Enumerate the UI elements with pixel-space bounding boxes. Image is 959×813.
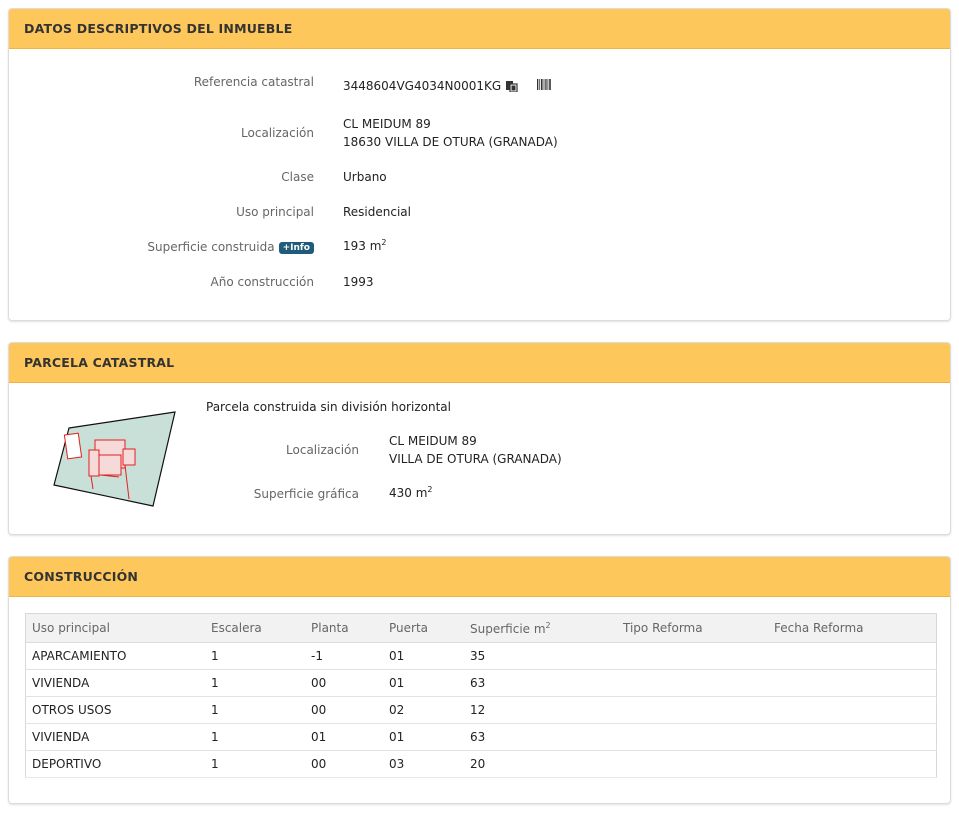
cell-planta: 00 <box>305 669 383 697</box>
clase-label: Clase <box>281 170 314 184</box>
cell-planta: 00 <box>305 696 383 724</box>
referencia-label: Referencia catastral <box>193 75 314 89</box>
parcela-localizacion-line2: VILLA DE OTURA (GRANADA) <box>389 452 562 466</box>
cell-puerta: 02 <box>383 696 464 724</box>
col-escalera: Escalera <box>205 613 305 643</box>
localizacion-line1: CL MEIDUM 89 <box>343 117 431 131</box>
col-planta: Planta <box>305 613 383 643</box>
cell-fecha-reforma <box>768 723 937 751</box>
info-button[interactable]: +Info <box>278 242 314 254</box>
cell-uso: VIVIENDA <box>25 723 205 751</box>
cell-uso: VIVIENDA <box>25 669 205 697</box>
construccion-table: Uso principal Escalera Planta Puerta Sup… <box>25 613 937 778</box>
col-puerta: Puerta <box>383 613 464 643</box>
barcode-icon[interactable] <box>536 79 552 93</box>
cell-tipo-reforma <box>617 669 768 697</box>
superficie-construida-exp: 2 <box>381 238 387 247</box>
table-row: VIVIENDA 1 00 01 63 <box>25 669 937 697</box>
cell-planta: 01 <box>305 723 383 751</box>
datos-descriptivos-panel: DATOS DESCRIPTIVOS DEL INMUEBLE Referenc… <box>8 8 951 321</box>
parcela-localizacion-label: Localización <box>286 443 359 457</box>
parcela-localizacion-value: CL MEIDUM 89 VILLA DE OTURA (GRANADA) <box>389 432 562 468</box>
cell-uso: OTROS USOS <box>25 696 205 724</box>
parcela-catastral-title: PARCELA CATASTRAL <box>9 343 950 383</box>
cell-puerta: 01 <box>383 642 464 670</box>
col-fecha-reforma: Fecha Reforma <box>768 613 937 643</box>
table-header-row: Uso principal Escalera Planta Puerta Sup… <box>25 613 937 643</box>
cell-tipo-reforma <box>617 696 768 724</box>
cell-superficie: 63 <box>464 669 617 697</box>
copy-icon[interactable] <box>505 80 519 95</box>
superficie-construida-label: Superficie construida <box>147 240 275 254</box>
superficie-construida-number: 193 m <box>343 239 382 253</box>
cell-planta: -1 <box>305 642 383 670</box>
parcela-descripcion: Parcela construida sin división horizont… <box>206 400 451 414</box>
construccion-title: CONSTRUCCIÓN <box>9 557 950 597</box>
anio-construccion-value: 1993 <box>343 275 374 289</box>
cell-superficie: 12 <box>464 696 617 724</box>
cell-tipo-reforma <box>617 642 768 670</box>
referencia-value: 3448604VG4034N0001KG <box>343 79 502 93</box>
cell-fecha-reforma <box>768 696 937 724</box>
table-row: DEPORTIVO 1 00 03 20 <box>25 750 937 778</box>
superficie-grafica-number: 430 m <box>389 486 428 500</box>
cell-fecha-reforma <box>768 669 937 697</box>
localizacion-line2: 18630 VILLA DE OTURA (GRANADA) <box>343 135 558 149</box>
cell-puerta: 01 <box>383 723 464 751</box>
cell-superficie: 63 <box>464 723 617 751</box>
col-superficie-label: Superficie m <box>470 621 546 636</box>
referencia-value-row: 3448604VG4034N0001KG <box>343 79 552 95</box>
cell-uso: DEPORTIVO <box>25 750 205 778</box>
cell-puerta: 03 <box>383 750 464 778</box>
superficie-construida-value: 193 m2 <box>343 238 387 253</box>
col-superficie-exp: 2 <box>545 620 551 630</box>
construccion-panel: CONSTRUCCIÓN Uso principal Escalera Plan… <box>8 556 951 804</box>
cell-superficie: 20 <box>464 750 617 778</box>
superficie-grafica-label: Superficie gráfica <box>253 487 359 501</box>
cell-fecha-reforma <box>768 642 937 670</box>
cell-planta: 00 <box>305 750 383 778</box>
table-row: VIVIENDA 1 01 01 63 <box>25 723 937 751</box>
col-uso-principal: Uso principal <box>25 613 205 643</box>
col-tipo-reforma: Tipo Reforma <box>617 613 768 643</box>
cell-fecha-reforma <box>768 750 937 778</box>
uso-principal-label: Uso principal <box>236 205 314 219</box>
cell-tipo-reforma <box>617 723 768 751</box>
cell-superficie: 35 <box>464 642 617 670</box>
localizacion-value: CL MEIDUM 89 18630 VILLA DE OTURA (GRANA… <box>343 115 558 151</box>
parcel-map[interactable] <box>49 405 179 511</box>
uso-principal-value: Residencial <box>343 205 411 219</box>
col-superficie: Superficie m2 <box>464 613 617 643</box>
localizacion-label: Localización <box>241 126 314 140</box>
cell-escalera: 1 <box>205 669 305 697</box>
cell-escalera: 1 <box>205 696 305 724</box>
superficie-grafica-exp: 2 <box>427 485 433 494</box>
cell-escalera: 1 <box>205 750 305 778</box>
cell-tipo-reforma <box>617 750 768 778</box>
cell-escalera: 1 <box>205 642 305 670</box>
cell-escalera: 1 <box>205 723 305 751</box>
parcela-localizacion-line1: CL MEIDUM 89 <box>389 434 477 448</box>
table-row: OTROS USOS 1 00 02 12 <box>25 696 937 724</box>
anio-construccion-label: Año construcción <box>210 275 315 289</box>
cell-uso: APARCAMIENTO <box>25 642 205 670</box>
superficie-grafica-value: 430 m2 <box>389 485 433 500</box>
parcela-catastral-panel: PARCELA CATASTRAL Parcela construida sin… <box>8 342 951 535</box>
superficie-construida-label-row: Superficie construida +Info <box>69 240 314 254</box>
cell-puerta: 01 <box>383 669 464 697</box>
table-row: APARCAMIENTO 1 -1 01 35 <box>25 642 937 670</box>
clase-value: Urbano <box>343 170 387 184</box>
datos-descriptivos-title: DATOS DESCRIPTIVOS DEL INMUEBLE <box>9 9 950 49</box>
